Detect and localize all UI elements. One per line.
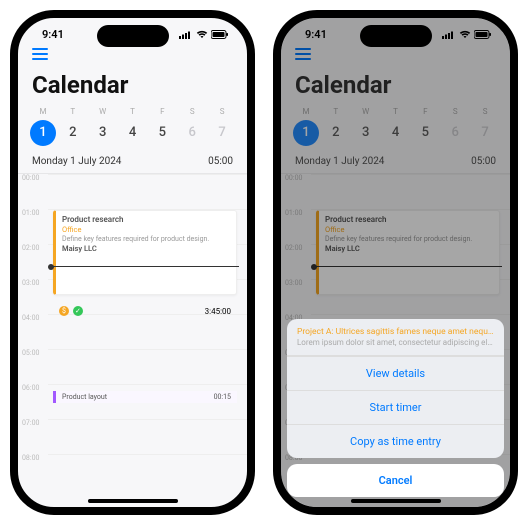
hour-label: 00:00 [18,174,48,182]
event2-title: Product layout [62,393,107,401]
day-7[interactable]: 7 [207,120,237,146]
day-2[interactable]: 2 [58,120,88,146]
status-indicators [179,30,229,39]
week-row: 1 2 3 4 5 6 7 [18,116,247,152]
event-title: Product research [62,215,230,224]
now-line [50,266,239,267]
phone-right: 9:41 Calendar M T W T F S S 1 2 3 4 5 6 [273,10,518,515]
event2-dur: 00:15 [214,393,231,401]
phone-left: 9:41 Calendar M T W T F S S 1 2 3 4 5 6 [10,10,255,515]
copy-time-entry-button[interactable]: Copy as time entry [287,424,504,458]
sheet-header: Project A: Ultrices sagittis fames neque… [287,319,504,356]
hamburger-icon [32,45,48,63]
timer-row[interactable]: $ ✓ 3:45:00 [53,302,237,320]
dollar-icon: $ [59,306,69,316]
weekday-header: M T W T F S S [18,107,247,116]
hour-label: 01:00 [18,209,48,217]
wd: T [118,107,148,116]
notch [360,25,432,47]
sheet-title: Project A: Ultrices sagittis fames neque… [297,327,494,337]
wd: W [88,107,118,116]
action-sheet: Project A: Ultrices sagittis fames neque… [287,319,504,497]
event-client: Maisy LLC [62,244,230,253]
day-1[interactable]: 1 [28,120,58,146]
hour-label: 05:00 [18,349,48,357]
wifi-icon [196,30,208,39]
home-indicator[interactable] [351,499,441,503]
check-icon: ✓ [73,306,83,316]
action-sheet-card: Project A: Ultrices sagittis fames neque… [287,319,504,458]
cancel-button[interactable]: Cancel [287,464,504,497]
screen: 9:41 Calendar M T W T F S S 1 2 3 4 5 6 [281,18,510,507]
event-product-research[interactable]: Product research Office Define key featu… [53,210,237,295]
wd: F [147,107,177,116]
view-details-button[interactable]: View details [287,356,504,390]
day-4[interactable]: 4 [118,120,148,146]
wd: S [207,107,237,116]
timeline[interactable]: 00:00 01:00 02:00 03:00 04:00 05:00 06:0… [18,174,247,489]
event-product-layout[interactable]: Product layout 00:15 [53,391,237,403]
now-dot [48,264,54,270]
day-5[interactable]: 5 [147,120,177,146]
timer-icons: $ ✓ [59,306,83,316]
start-timer-button[interactable]: Start timer [287,390,504,424]
signal-icon [179,30,193,39]
event-project: Office [62,225,230,234]
hour-label: 08:00 [18,454,48,462]
sheet-subtitle: Lorem ipsum dolor sit amet, consectetur … [297,338,494,347]
wd: T [58,107,88,116]
home-indicator[interactable] [88,499,178,503]
wd: S [177,107,207,116]
wd: M [28,107,58,116]
day-3[interactable]: 3 [88,120,118,146]
time-label: 05:00 [208,156,233,167]
screen: 9:41 Calendar M T W T F S S 1 2 3 4 5 6 [18,18,247,507]
page-title: Calendar [18,67,247,107]
timer-elapsed: 3:45:00 [205,307,231,316]
notch [97,25,169,47]
hour-label: 02:00 [18,244,48,252]
hour-label: 04:00 [18,314,48,322]
battery-icon [211,30,229,39]
day-6[interactable]: 6 [177,120,207,146]
status-time: 9:41 [42,28,64,41]
hour-label: 06:00 [18,384,48,392]
hour-label: 03:00 [18,279,48,287]
date-header: Monday 1 July 2024 05:00 [18,152,247,174]
hour-label: 07:00 [18,419,48,427]
event-desc: Define key features required for product… [62,235,230,243]
date-label: Monday 1 July 2024 [32,156,121,167]
